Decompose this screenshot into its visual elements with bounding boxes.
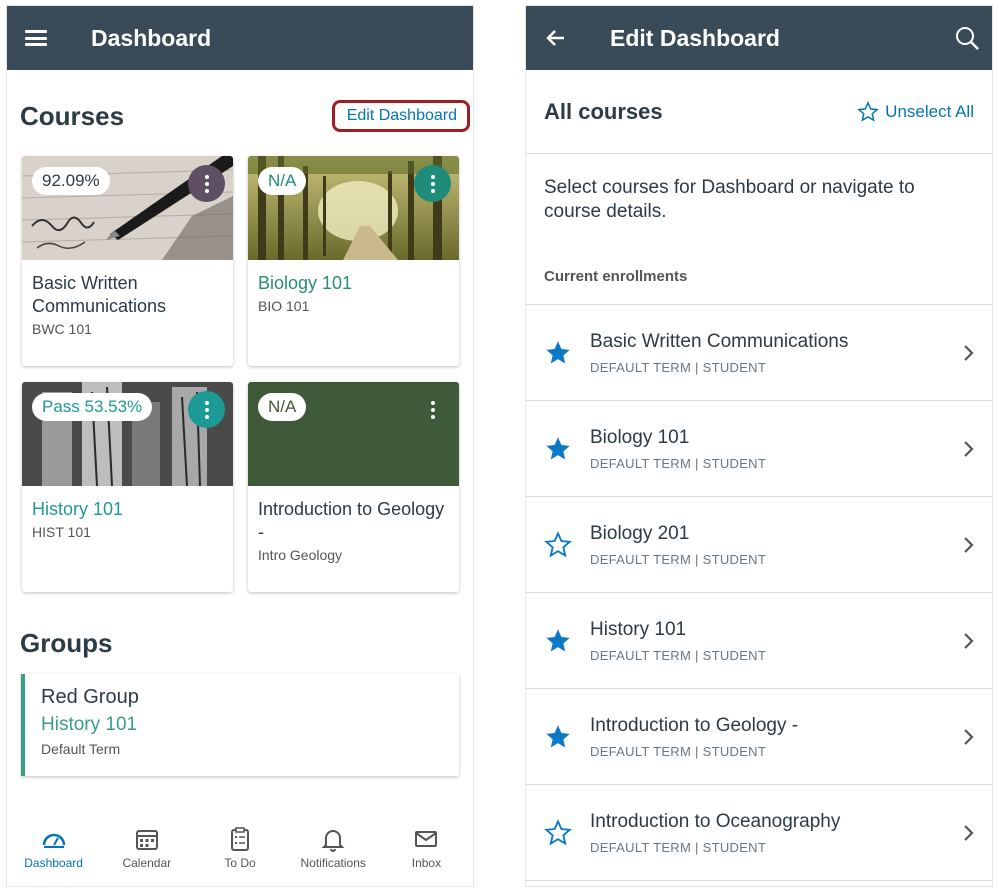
- course-card[interactable]: N/A Introduction to Geology - Intro Geol…: [248, 382, 459, 592]
- star-outline-icon[interactable]: [526, 530, 590, 559]
- course-term: DEFAULT TERM | STUDENT: [590, 743, 767, 759]
- nav-label: Calendar: [122, 856, 172, 870]
- dashboard-appbar: Dashboard: [7, 6, 473, 70]
- all-courses-title: All courses: [544, 98, 663, 124]
- course-options-icon[interactable]: [414, 391, 451, 428]
- chevron-right-icon[interactable]: [946, 632, 992, 650]
- course-options-icon[interactable]: [188, 165, 225, 202]
- course-card[interactable]: 92.09% Basic Written Communications BWC …: [22, 156, 233, 366]
- course-term: DEFAULT TERM | STUDENT: [590, 839, 767, 855]
- chevron-right-icon[interactable]: [946, 824, 992, 842]
- course-name: Basic Written Communications: [32, 273, 167, 316]
- grade-badge: N/A: [258, 393, 307, 421]
- dashboard-screen: Dashboard Courses Edit Dashboard 92.09%: [7, 6, 473, 886]
- groups-title: Groups: [20, 628, 113, 658]
- course-image-history: Pass 53.53%: [22, 382, 233, 487]
- course-name: Introduction to Oceanography: [590, 810, 841, 832]
- course-name: History 101: [590, 618, 687, 640]
- course-row[interactable]: Biology 201 DEFAULT TERM | STUDENT: [526, 497, 992, 593]
- star-outline-icon[interactable]: [526, 818, 590, 847]
- courses-title: Courses: [20, 100, 125, 131]
- course-term: DEFAULT TERM | STUDENT: [590, 647, 767, 663]
- course-code: Intro Geology: [258, 547, 343, 563]
- star-filled-icon[interactable]: [526, 723, 590, 751]
- chevron-right-icon[interactable]: [946, 536, 992, 554]
- course-term: DEFAULT TERM | STUDENT: [590, 455, 767, 471]
- nav-inbox[interactable]: Inbox: [380, 816, 473, 886]
- courses-header: Courses Edit Dashboard: [20, 96, 470, 136]
- course-name: Introduction to Geology -: [590, 714, 799, 736]
- current-enrollments-label: Current enrollments: [526, 260, 992, 305]
- description-text: Select courses for Dashboard or navigate…: [544, 177, 915, 222]
- course-term: DEFAULT TERM | STUDENT: [590, 551, 767, 567]
- unselect-all-label: Unselect All: [885, 101, 974, 121]
- group-course: History 101: [41, 714, 138, 735]
- course-name: Basic Written Communications: [590, 330, 849, 352]
- dashboard-icon: [42, 833, 65, 848]
- grade-badge: Pass 53.53%: [32, 393, 153, 421]
- nav-todo[interactable]: To Do: [193, 816, 286, 886]
- nav-label: Inbox: [411, 856, 442, 870]
- edit-dashboard-screen: Edit Dashboard All courses Unselect All …: [526, 6, 992, 886]
- hamburger-menu-icon[interactable]: [7, 30, 67, 46]
- course-card[interactable]: N/A Biology 101 BIO 101: [248, 156, 459, 366]
- appbar-title: Dashboard: [91, 24, 212, 51]
- nav-calendar[interactable]: Calendar: [100, 816, 193, 886]
- course-name: History 101: [32, 499, 124, 519]
- nav-label: Dashboard: [24, 856, 83, 870]
- grade-badge: N/A: [258, 167, 307, 195]
- course-image-forest: N/A: [248, 156, 459, 260]
- course-row[interactable]: Introduction to Geology - DEFAULT TERM | …: [526, 689, 992, 785]
- course-code: HIST 101: [32, 524, 91, 540]
- chevron-right-icon[interactable]: [946, 344, 992, 362]
- chevron-right-icon[interactable]: [946, 728, 992, 746]
- edit-dashboard-link[interactable]: Edit Dashboard: [331, 100, 470, 132]
- mail-icon: [415, 831, 438, 847]
- course-name: Biology 101: [590, 426, 690, 448]
- course-row[interactable]: History 101 DEFAULT TERM | STUDENT: [526, 593, 992, 689]
- bottom-navigation: Dashboard Calendar To Do Notifications I…: [7, 816, 473, 886]
- course-row[interactable]: Biology 101 DEFAULT TERM | STUDENT: [526, 401, 992, 497]
- course-color-block: N/A: [248, 382, 459, 486]
- course-options-icon[interactable]: [414, 165, 451, 202]
- course-row[interactable]: Introduction to Oceanography DEFAULT TERM…: [526, 785, 992, 881]
- course-image-pen: 92.09%: [22, 156, 233, 260]
- course-name: Biology 101: [258, 273, 353, 293]
- star-filled-icon[interactable]: [526, 627, 590, 655]
- nav-label: To Do: [224, 856, 256, 870]
- course-options-icon[interactable]: [188, 391, 225, 428]
- group-name: Red Group: [41, 686, 139, 708]
- course-code: BWC 101: [32, 321, 92, 337]
- nav-label: Notifications: [300, 856, 366, 870]
- grade-badge: 92.09%: [32, 167, 110, 195]
- bell-icon: [321, 830, 345, 852]
- nav-dashboard[interactable]: Dashboard: [7, 816, 100, 886]
- course-code: BIO 101: [258, 298, 310, 314]
- course-name: Introduction to Geology -: [258, 499, 445, 542]
- course-row[interactable]: Basic Written Communications DEFAULT TERM…: [526, 305, 992, 401]
- star-filled-icon[interactable]: [526, 435, 590, 463]
- group-term: Default Term: [41, 741, 121, 757]
- course-name: Biology 201: [590, 522, 690, 544]
- course-term: DEFAULT TERM | STUDENT: [590, 359, 767, 375]
- todo-icon: [231, 827, 249, 851]
- star-filled-icon[interactable]: [526, 339, 590, 367]
- course-card[interactable]: Pass 53.53% History 101 HIST 101: [22, 382, 233, 592]
- search-icon[interactable]: [942, 25, 992, 51]
- calendar-icon: [135, 830, 158, 850]
- nav-notifications[interactable]: Notifications: [287, 816, 380, 886]
- appbar-title: Edit Dashboard: [610, 24, 780, 51]
- all-courses-header: All courses Unselect All: [526, 70, 992, 154]
- chevron-right-icon[interactable]: [946, 440, 992, 458]
- group-card[interactable]: Red Group History 101 Default Term: [21, 674, 459, 776]
- back-arrow-icon[interactable]: [526, 26, 586, 50]
- edit-dashboard-appbar: Edit Dashboard: [526, 6, 992, 70]
- unselect-all-button[interactable]: Unselect All: [857, 100, 974, 123]
- course-list: Basic Written Communications DEFAULT TERM…: [526, 305, 992, 881]
- star-outline-icon: [857, 100, 880, 122]
